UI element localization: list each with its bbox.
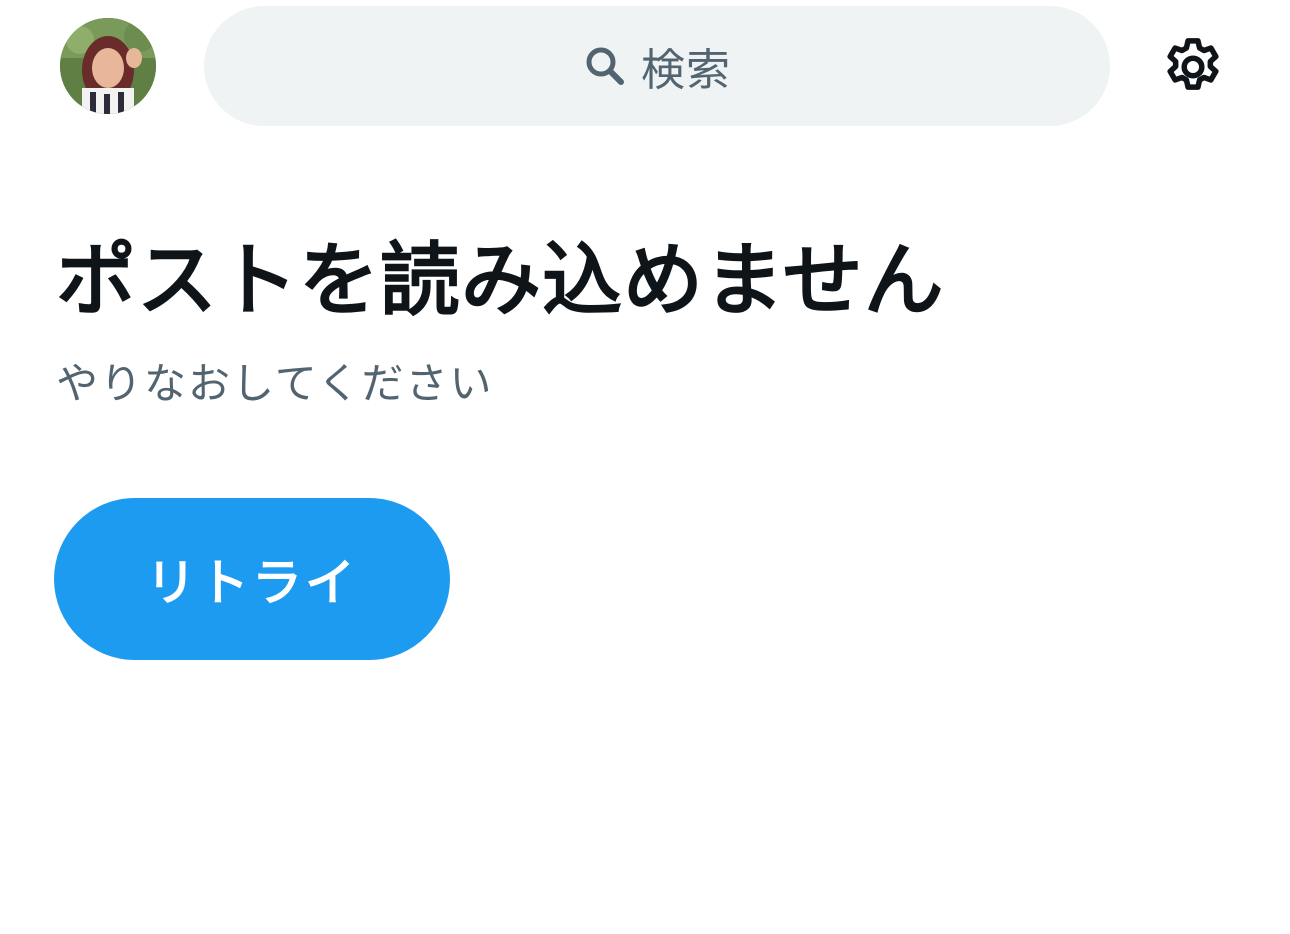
error-panel: ポストを読み込めません やりなおしてください — [56, 226, 1236, 414]
search-icon — [583, 44, 627, 88]
settings-button[interactable] — [1160, 34, 1226, 100]
gear-icon — [1167, 38, 1219, 90]
top-bar: 検索 — [0, 0, 1290, 132]
error-title: ポストを読み込めません — [56, 234, 945, 327]
retry-button[interactable]: リトライ — [54, 498, 450, 660]
error-subtitle: やりなおしてください — [56, 359, 494, 408]
user-avatar[interactable] — [60, 18, 156, 114]
search-input[interactable]: 検索 — [204, 6, 1110, 126]
search-placeholder: 検索 — [641, 45, 731, 96]
avatar-image — [60, 18, 156, 114]
